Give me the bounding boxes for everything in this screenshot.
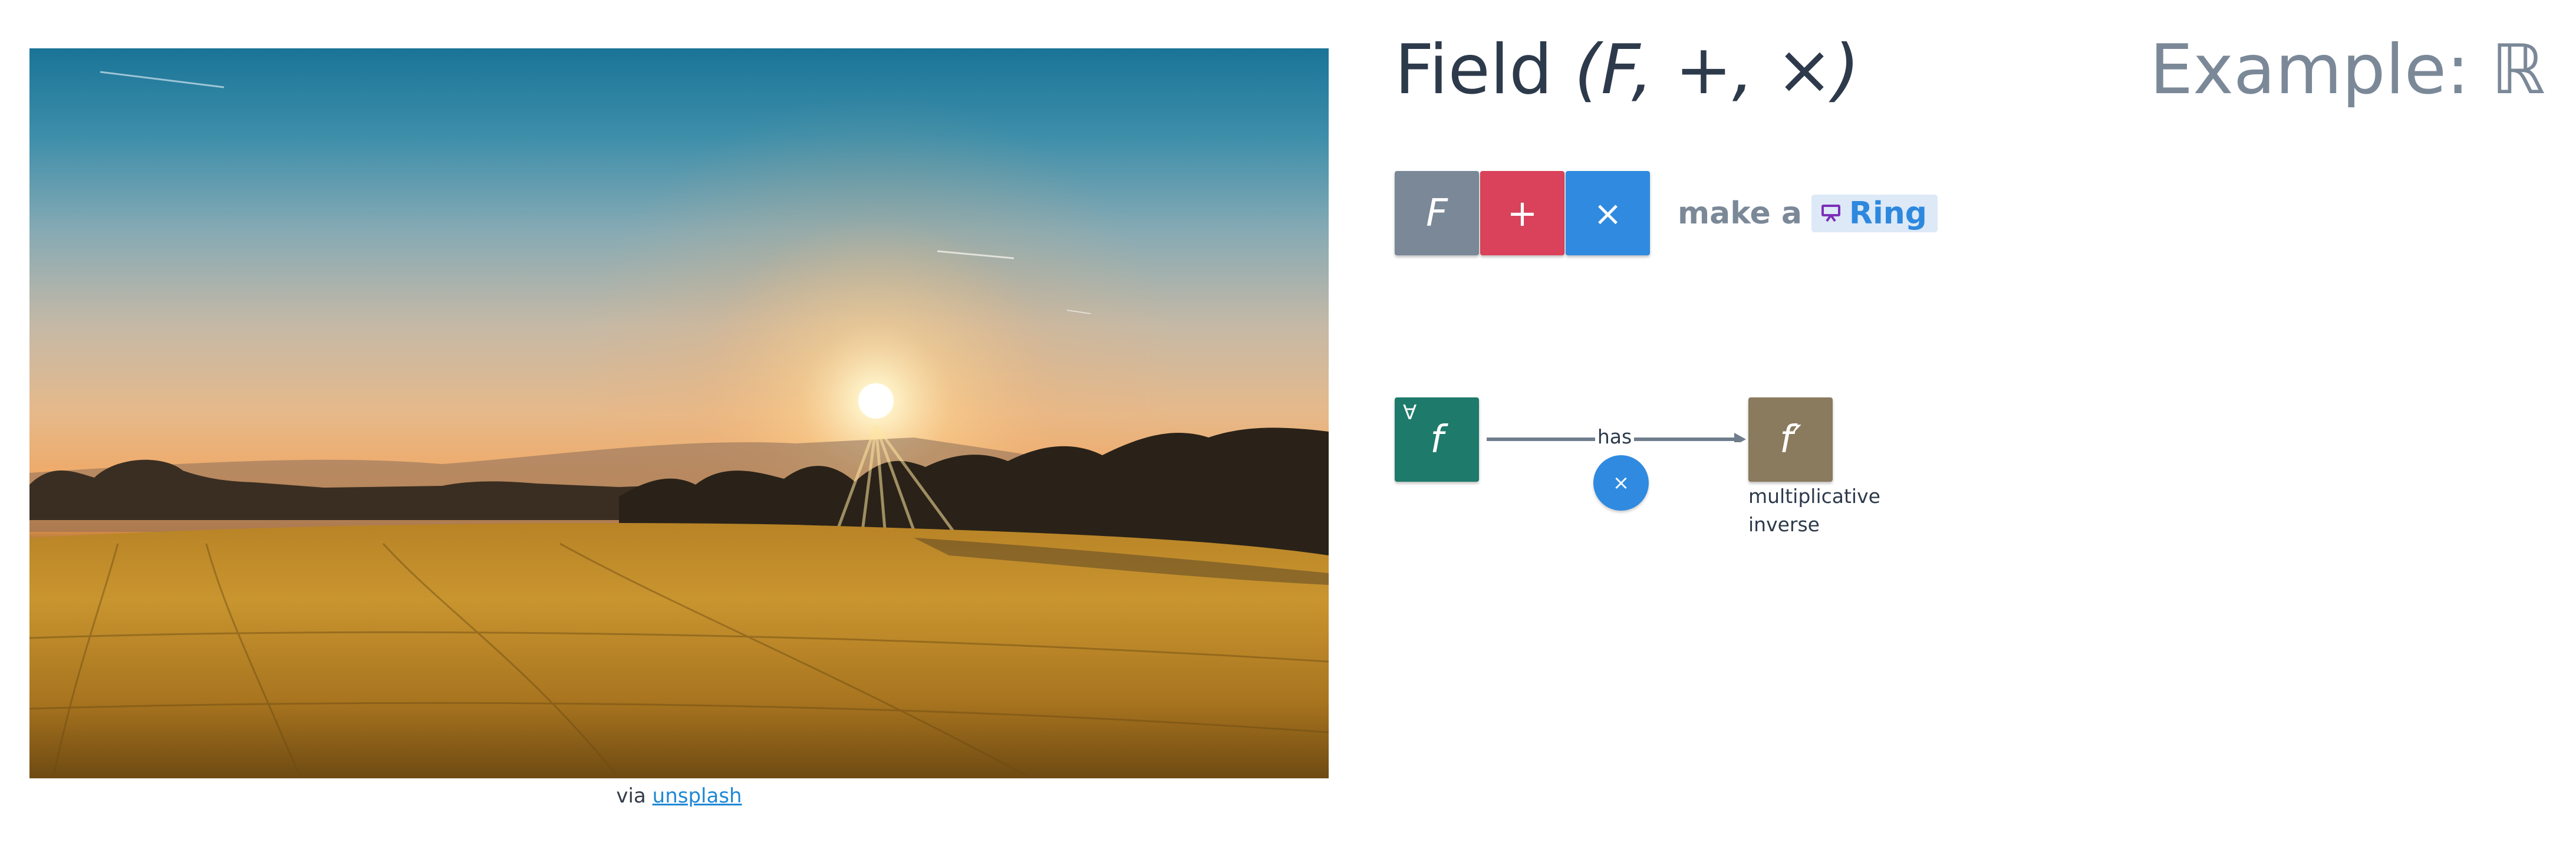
page-title: Field (F, +, ×) — [1395, 32, 1860, 108]
multiplication-symbol: × — [1593, 193, 1622, 233]
addition-symbol: + — [1507, 192, 1538, 235]
presentation-icon — [1821, 205, 1840, 222]
caption-prefix: via — [616, 784, 646, 808]
inverse-symbol: f′ — [1779, 417, 1802, 462]
sunrise-field-photo — [29, 48, 1329, 778]
unsplash-link[interactable]: unsplash — [653, 784, 742, 808]
operation-badge[interactable]: × — [1593, 455, 1649, 511]
relation-label: has — [1595, 426, 1634, 448]
photo-caption: via unsplash — [29, 784, 1329, 808]
variable-tile[interactable]: ∀ f — [1395, 397, 1479, 482]
inverse-label: multiplicative inverse — [1748, 485, 1880, 536]
title-signature: (F, +, ×) — [1574, 30, 1860, 110]
makes-statement: make a Ring — [1678, 195, 1938, 232]
ring-link[interactable]: Ring — [1811, 195, 1938, 232]
variable-symbol: f — [1430, 417, 1444, 462]
photo-scene — [29, 48, 1329, 778]
title-word: Field — [1395, 30, 1553, 110]
operation-symbol: × — [1612, 471, 1630, 495]
inverse-tile[interactable]: f′ — [1748, 397, 1833, 482]
ring-label: Ring — [1849, 196, 1928, 231]
addition-tile[interactable]: + — [1480, 171, 1564, 255]
makes-prefix: make a — [1678, 196, 1802, 231]
set-tile[interactable]: F — [1395, 171, 1479, 255]
multiplication-tile[interactable]: × — [1566, 171, 1650, 255]
set-symbol: F — [1426, 191, 1448, 235]
example-label: Example: ℝ — [2149, 30, 2545, 110]
